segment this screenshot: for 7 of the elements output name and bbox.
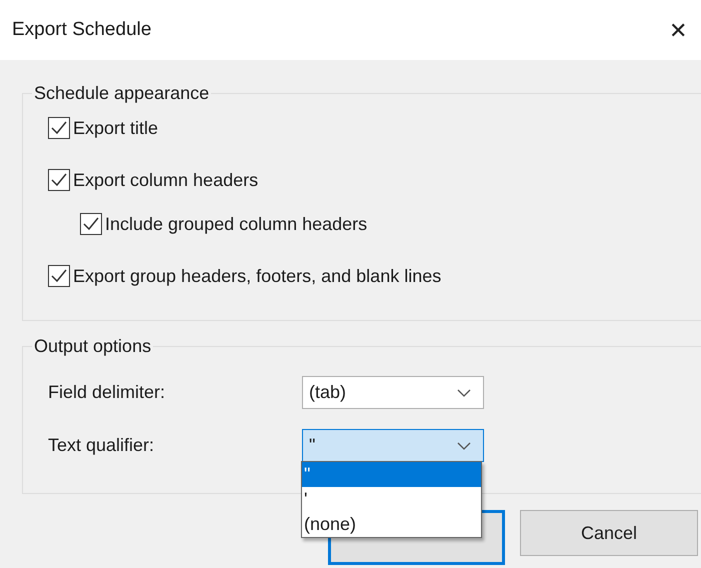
checkbox-label: Export column headers: [73, 169, 258, 192]
field-label: Text qualifier:: [48, 434, 156, 457]
checkbox-label: Export title: [73, 117, 158, 140]
checkbox-label: Export group headers, footers, and blank lines: [73, 265, 442, 288]
field-label: Field delimiter:: [48, 381, 166, 404]
checkbox-label: Include grouped column headers: [105, 213, 368, 236]
window-title: Export Schedule: [12, 18, 152, 42]
